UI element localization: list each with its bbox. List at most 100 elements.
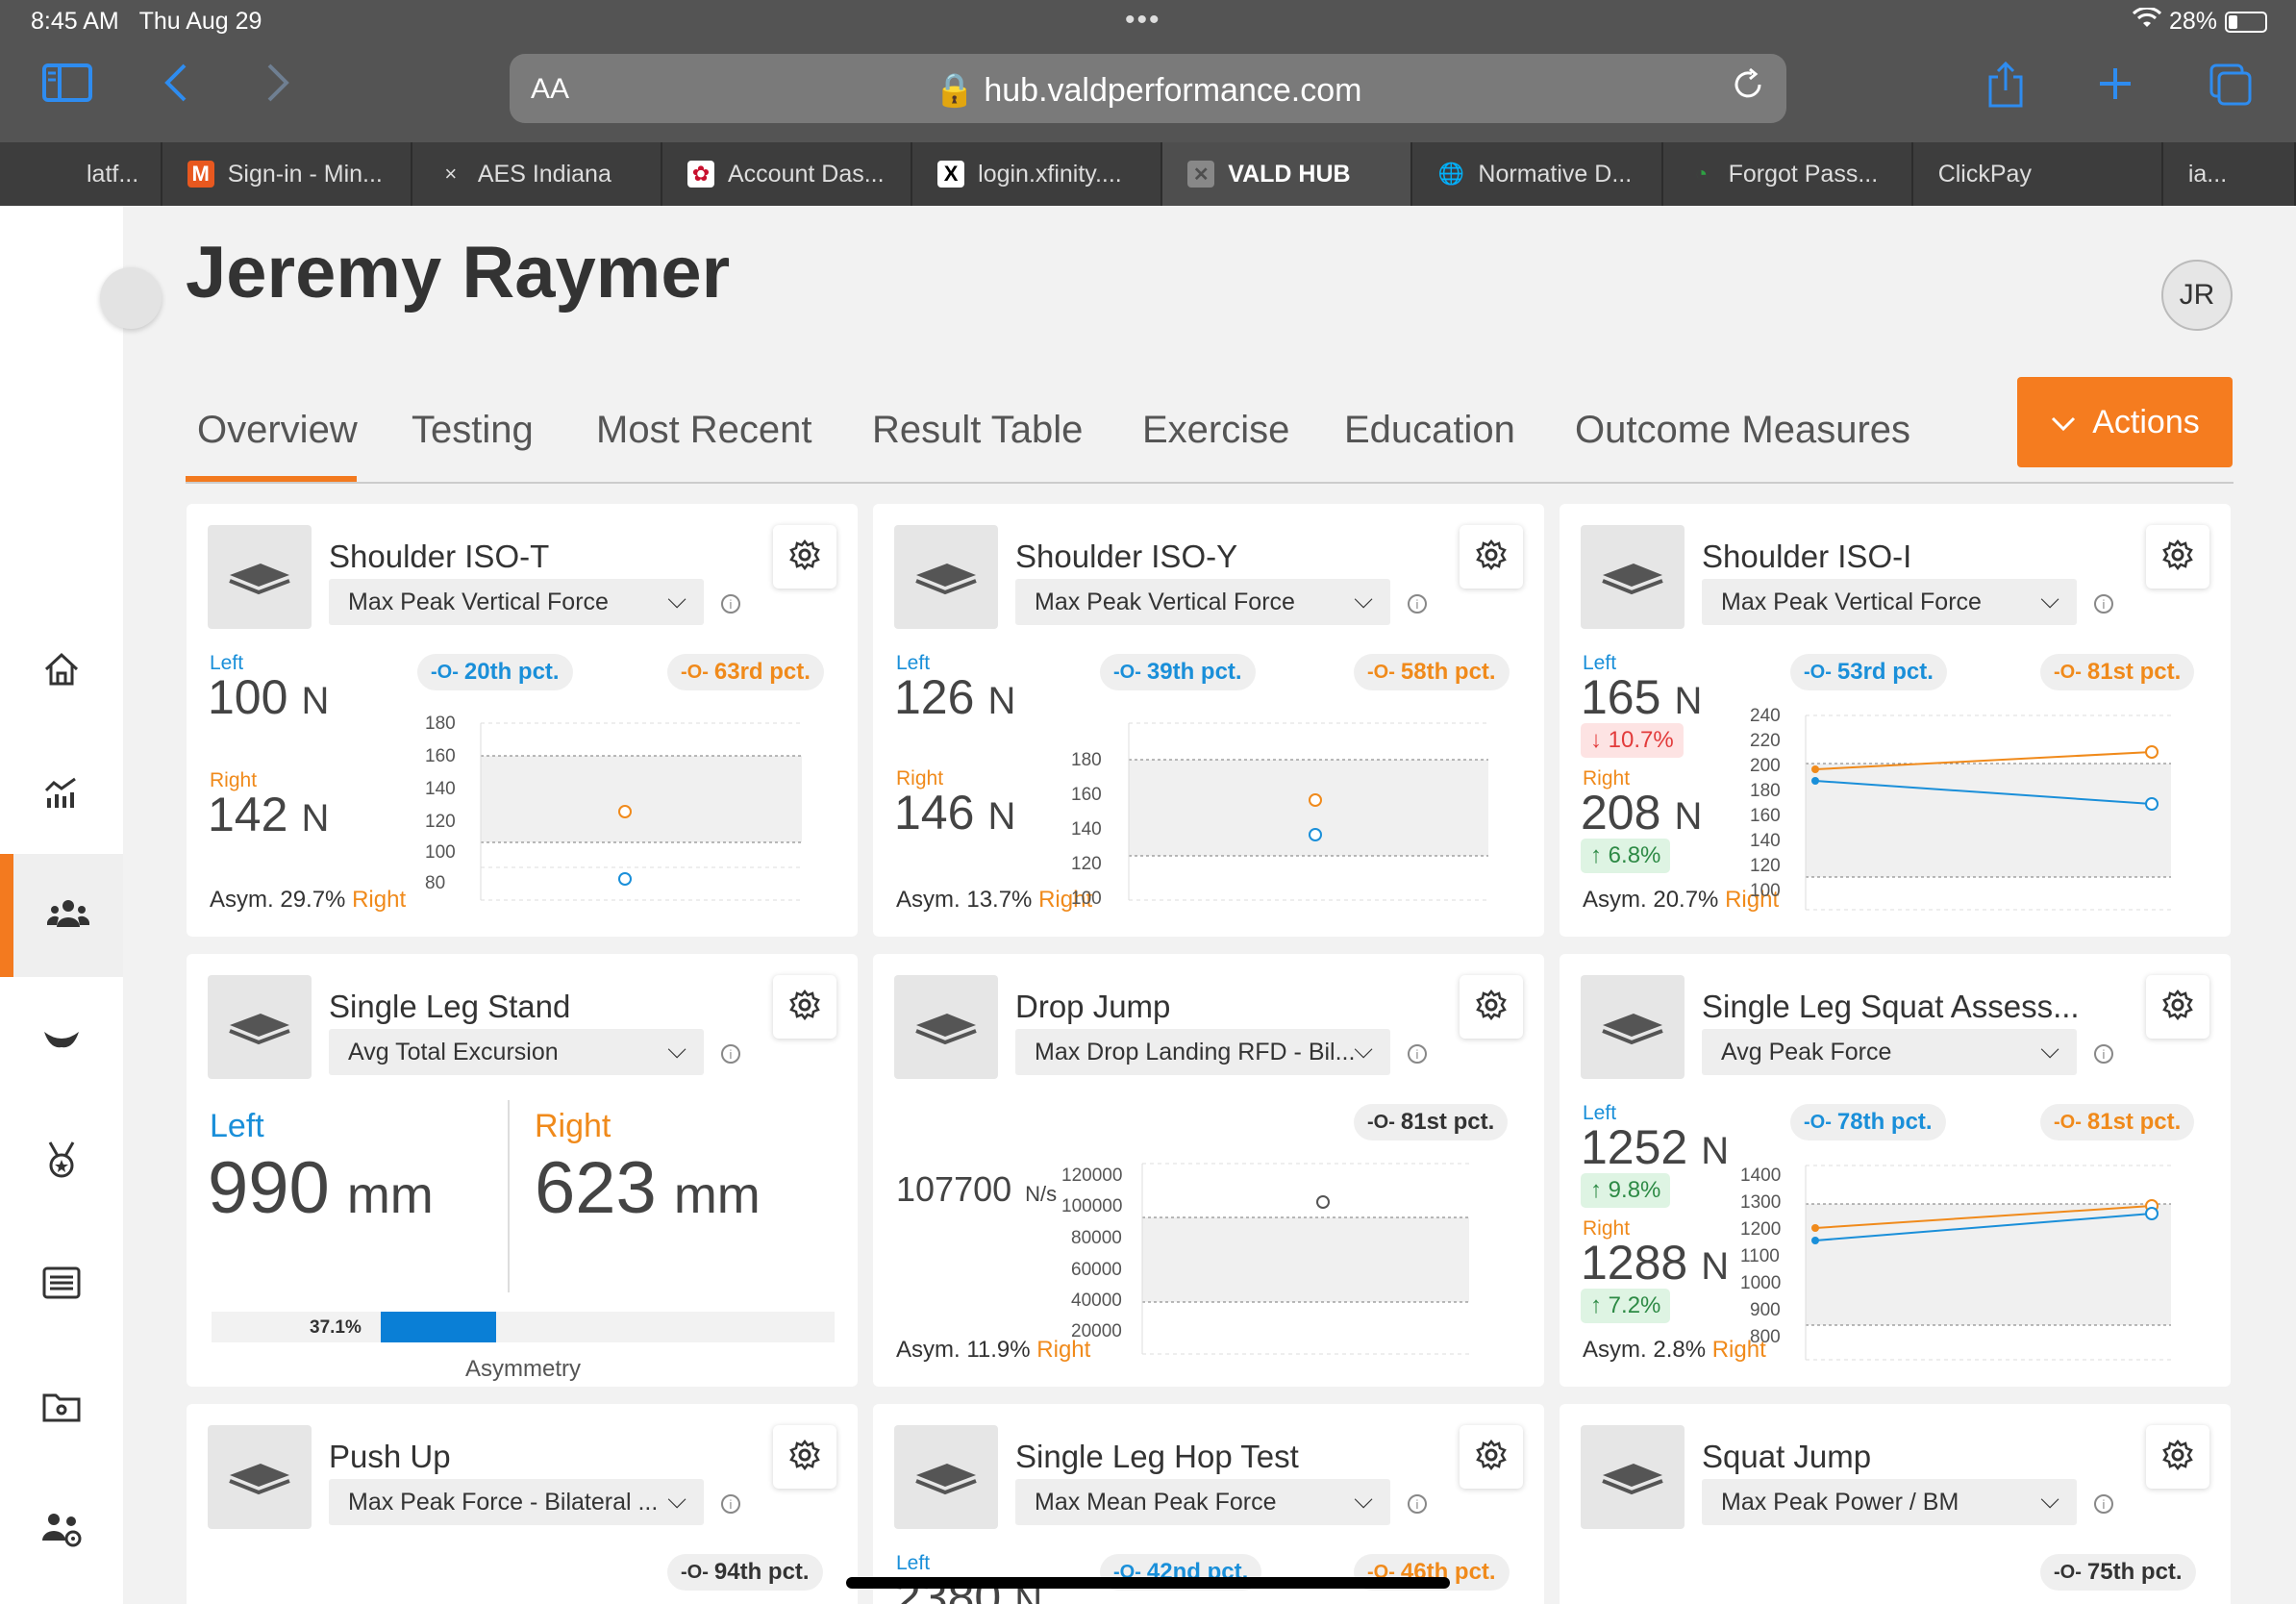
card-settings-button[interactable] [2146,525,2209,589]
sidebar-item-list[interactable] [0,1223,123,1346]
browser-tab[interactable]: Xlogin.xfinity.... [912,142,1163,206]
card-settings-button[interactable] [773,975,836,1039]
sidebar-item-user-settings[interactable] [0,1469,123,1592]
browser-tab[interactable]: ClickPay [1913,142,2163,206]
info-icon[interactable]: i [2094,1494,2113,1514]
metric-select[interactable]: Max Peak Vertical Force ⌵ [1015,579,1390,625]
body-icon [42,1022,81,1056]
right-value: 208 N [1581,786,1703,840]
new-tab-icon[interactable] [2096,62,2134,113]
info-icon[interactable]: i [1408,1044,1427,1064]
metric-select[interactable]: Max Peak Force - Bilateral ... ⌵ [329,1479,704,1525]
data-point[interactable] [1316,1195,1330,1209]
info-icon[interactable]: i [721,1044,740,1064]
left-data-point[interactable] [2145,1207,2159,1220]
card-settings-button[interactable] [2146,1425,2209,1489]
metric-select[interactable]: Max Peak Vertical Force ⌵ [329,579,704,625]
info-icon[interactable]: i [721,594,740,614]
forward-icon[interactable] [263,62,292,114]
metric-select[interactable]: Avg Total Excursion ⌵ [329,1029,704,1075]
browser-tab[interactable]: × AES Indiana [412,142,662,206]
card-settings-button[interactable] [1460,1425,1523,1489]
tab-overview[interactable]: Overview [197,409,358,452]
tab-most-recent[interactable]: Most Recent [596,409,812,452]
arrow-up-icon: ↑ [1590,842,1602,868]
left-data-point[interactable] [1811,1237,1819,1244]
browser-tab-active[interactable]: ✕ VALD HUB [1162,142,1413,206]
asymmetry-text: Asym. 13.7% Right [896,887,1093,913]
globe-icon: 🌐 [1437,162,1465,186]
test-thumbnail [894,1425,998,1529]
card-settings-button[interactable] [1460,975,1523,1039]
reload-icon[interactable] [1731,67,1765,112]
browser-tab[interactable]: ◔ Forgot Pass... [1663,142,1913,206]
tab-testing[interactable]: Testing [412,409,534,452]
sidebar-item-home[interactable] [0,610,123,733]
left-data-point[interactable] [2145,797,2159,811]
metric-select[interactable]: Avg Peak Force ⌵ [1702,1029,2077,1075]
chevron-down-icon: ⌵ [2040,1485,2059,1514]
metric-select[interactable]: Max Drop Landing RFD - Bil... ⌵ [1015,1029,1390,1075]
gear-icon [1476,989,1507,1025]
tab-result-table[interactable]: Result Table [872,409,1083,452]
y-tick: 100000 [1061,1196,1122,1216]
card-settings-button[interactable] [1460,525,1523,589]
metric-select[interactable]: Max Mean Peak Force ⌵ [1015,1479,1390,1525]
left-data-point[interactable] [1811,777,1819,785]
close-tab-icon[interactable]: ✕ [1187,161,1215,188]
sidebar-toggle-icon[interactable] [42,62,92,114]
asymmetry-text: Asym. 29.7% Right [210,887,407,913]
card-settings-button[interactable] [773,525,836,589]
arrow-up-icon: ↑ [1590,1177,1602,1203]
card-settings-button[interactable] [2146,975,2209,1039]
test-card-push-up: Push Up Max Peak Force - Bilateral ... ⌵ … [187,1404,858,1604]
tab-outcome-measures[interactable]: Outcome Measures [1575,409,1910,452]
actions-button[interactable]: Actions [2017,377,2233,467]
address-bar[interactable]: AA 🔒 hub.valdperformance.com [510,54,1786,123]
right-data-point[interactable] [1811,1224,1819,1232]
browser-tab[interactable]: latf... [0,142,162,206]
browser-tab[interactable]: M Sign-in - Min... [162,142,412,206]
tab-overview-icon[interactable] [2208,62,2254,118]
card-title: Single Leg Hop Test [1015,1439,1299,1474]
sidebar-item-folder-settings[interactable] [0,1346,123,1469]
user-avatar[interactable]: JR [2161,260,2233,331]
left-data-point[interactable] [1309,828,1322,841]
back-icon[interactable] [162,62,190,114]
right-data-point[interactable] [2145,745,2159,759]
tab-education[interactable]: Education [1344,409,1515,452]
sidebar-collapse-toggle[interactable] [100,267,162,329]
home-indicator[interactable] [846,1577,1450,1589]
info-icon[interactable]: i [1408,594,1427,614]
sidebar-item-medals[interactable] [0,1100,123,1223]
status-bar: 8:45 AM Thu Aug 29 ••• 28% [0,0,2296,44]
browser-tab[interactable]: 🌐 Normative D... [1412,142,1663,206]
browser-tab[interactable]: ia... [2163,142,2296,206]
sidebar-item-profiles[interactable] [0,854,123,977]
close-icon[interactable]: × [437,161,464,188]
metric-select[interactable]: Max Peak Power / BM ⌵ [1702,1479,2077,1525]
sidebar-item-analytics[interactable] [0,733,123,856]
sidebar-item-body[interactable] [0,977,123,1100]
browser-tab[interactable]: ✿ Account Das... [662,142,913,206]
right-data-point[interactable] [1811,765,1819,773]
info-icon[interactable]: i [2094,1044,2113,1064]
right-data-point[interactable] [1309,793,1322,807]
metric-select[interactable]: Max Peak Vertical Force ⌵ [1702,579,2077,625]
share-icon[interactable] [1984,61,2027,118]
test-card-shoulder-iso-y: Shoulder ISO-Y Max Peak Vertical Force ⌵ … [873,504,1544,937]
left-data-point[interactable] [618,872,632,886]
test-thumbnail [208,1425,312,1529]
info-icon[interactable]: i [2094,594,2113,614]
tab-exercise[interactable]: Exercise [1142,409,1289,452]
info-icon[interactable]: i [721,1494,740,1514]
norm-band [1806,1204,2171,1325]
test-card-single-leg-squat: Single Leg Squat Assess... Avg Peak Forc… [1560,954,2231,1387]
card-settings-button[interactable] [773,1425,836,1489]
left-percentile-badge: -O- 53rd pct. [1790,654,1947,690]
info-icon[interactable]: i [1408,1494,1427,1514]
multitask-dots-icon[interactable]: ••• [1125,4,1161,37]
metric-value: 107700 N/s [896,1169,1058,1209]
home-icon [42,650,81,693]
right-data-point[interactable] [618,805,632,818]
